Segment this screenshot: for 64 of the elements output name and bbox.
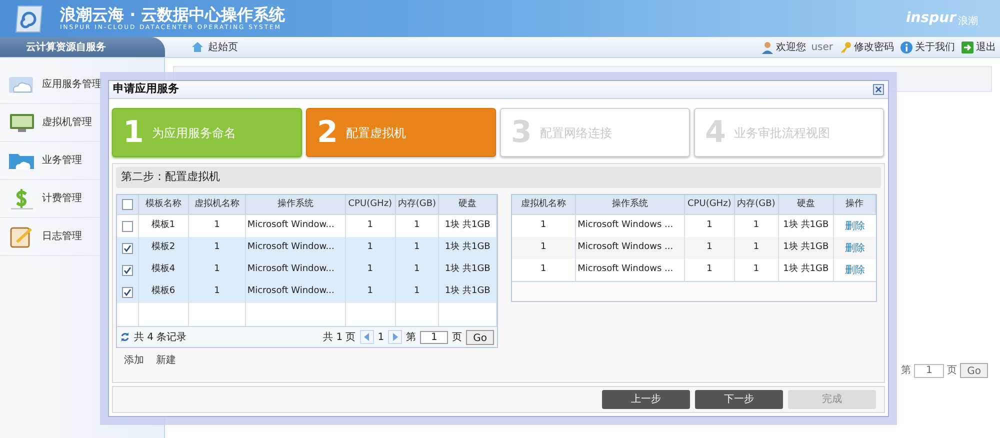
- key-icon: [839, 40, 852, 54]
- section-label: 云计算资源自服务: [0, 37, 165, 57]
- header-link[interactable]: 欢迎您 user: [761, 40, 833, 54]
- column-header: 操作系统: [576, 195, 686, 214]
- column-header: CPU(GHz): [346, 195, 396, 214]
- left-arrow-icon: [364, 333, 370, 341]
- checkbox[interactable]: [122, 242, 133, 254]
- step-number: 2: [317, 118, 338, 148]
- refresh-icon[interactable]: [120, 332, 130, 342]
- home-icon: [191, 41, 204, 53]
- checkbox[interactable]: [122, 264, 133, 276]
- column-header: 操作: [834, 195, 876, 214]
- brand-name: 浪潮: [958, 14, 978, 29]
- table-row[interactable]: 模板4 1 Microsoft Window... 1 1 1块 共1GB: [117, 259, 497, 281]
- prev-page-button[interactable]: [360, 330, 374, 344]
- page-suffix: 页: [452, 330, 462, 344]
- page-prefix: 第: [406, 330, 416, 344]
- page-count: 共 1 页: [323, 330, 356, 344]
- table-row[interactable]: 模板6 1 Microsoft Window... 1 1 1块 共1GB: [117, 281, 497, 303]
- dollar-icon: [8, 188, 36, 210]
- step-heading: 第二步：配置虚拟机: [116, 167, 881, 188]
- checkbox[interactable]: [122, 220, 133, 232]
- app-title: 浪潮云海 · 云数据中心操作系统: [60, 5, 286, 24]
- user-icon: [761, 40, 774, 54]
- column-header: CPU(GHz): [685, 195, 735, 214]
- go-button[interactable]: Go: [466, 330, 494, 344]
- exit-icon: [961, 40, 974, 54]
- column-header: 硬盘: [439, 195, 497, 214]
- close-icon: [875, 86, 882, 93]
- table-row[interactable]: 模板2 1 Microsoft Window... 1 1 1块 共1GB: [117, 237, 497, 259]
- page-prefix: 第: [901, 364, 912, 378]
- delete-link[interactable]: 删除: [845, 218, 866, 234]
- column-header: 模板名称: [138, 195, 189, 214]
- header-link[interactable]: 退出: [961, 40, 996, 54]
- column-header: 内存(GB): [396, 195, 440, 214]
- monitor-icon: [8, 112, 36, 134]
- column-header: 硬盘: [778, 195, 834, 214]
- dialog-button[interactable]: 上一步: [602, 390, 690, 409]
- column-header: 虚拟机名称: [512, 195, 576, 214]
- step-label: 配置虚拟机: [346, 124, 406, 142]
- home-link[interactable]: 起始页: [191, 40, 238, 54]
- brand-logo: inspur: [906, 9, 956, 28]
- record-count: 共 4 条记录: [134, 330, 187, 344]
- action-link[interactable]: 添加: [124, 353, 144, 368]
- delete-link[interactable]: 删除: [845, 240, 866, 256]
- page-input[interactable]: 1: [914, 364, 944, 378]
- dialog-button[interactable]: 下一步: [695, 390, 783, 409]
- column-header: 操作系统: [246, 195, 346, 214]
- delete-link[interactable]: 删除: [845, 262, 866, 278]
- next-page-button[interactable]: [388, 330, 402, 344]
- column-header: 内存(GB): [734, 195, 779, 214]
- checkbox[interactable]: [122, 199, 133, 210]
- page-suffix: 页: [947, 364, 958, 378]
- current-page: 1: [378, 330, 384, 344]
- header-link[interactable]: 关于我们: [900, 40, 955, 54]
- info-icon: [900, 40, 913, 54]
- right-arrow-icon: [392, 333, 398, 341]
- action-link[interactable]: 新建: [156, 353, 176, 368]
- go-button[interactable]: Go: [960, 363, 988, 378]
- close-button[interactable]: [873, 84, 884, 95]
- page-input[interactable]: 1: [420, 330, 448, 344]
- column-header: 虚拟机名称: [188, 195, 246, 214]
- header-link[interactable]: 修改密码: [839, 40, 894, 54]
- checkbox[interactable]: [122, 286, 133, 298]
